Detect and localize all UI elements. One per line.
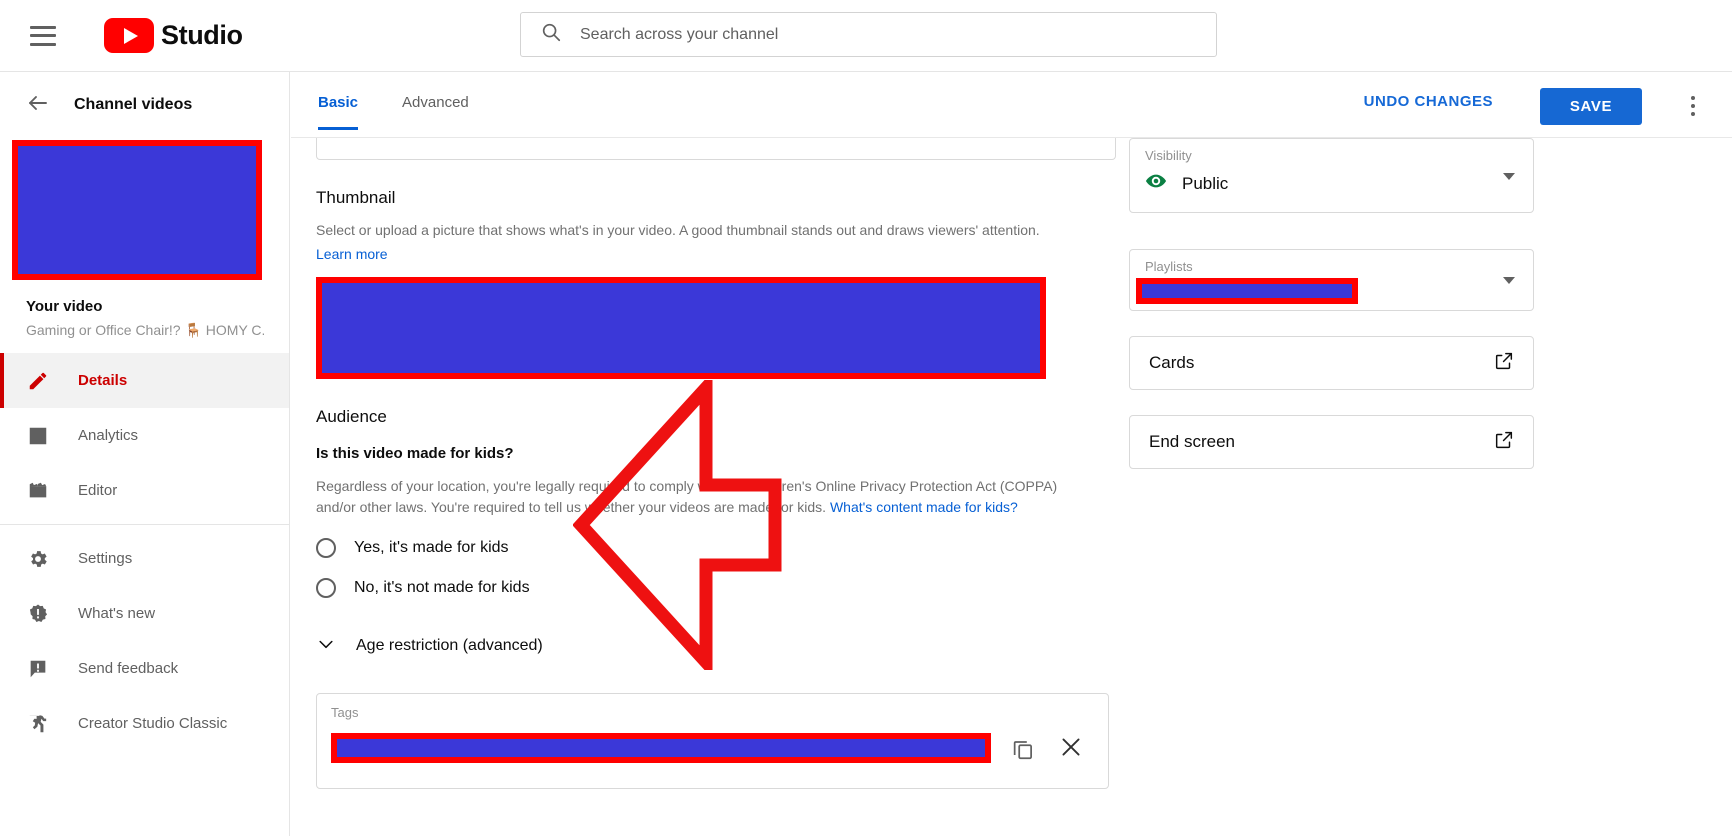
- gear-icon: [26, 547, 50, 571]
- alert-badge-icon: [26, 602, 50, 626]
- tab-basic[interactable]: Basic: [318, 94, 359, 130]
- sidebar-item-label: Details: [78, 372, 128, 389]
- sidebar: Channel videos Your video Gaming or Offi…: [0, 72, 290, 836]
- cards-card[interactable]: Cards: [1129, 336, 1534, 390]
- radio-made-for-kids-no[interactable]: No, it's not made for kids: [316, 577, 1116, 598]
- tags-value-redacted[interactable]: [331, 732, 991, 763]
- eye-icon: [1145, 170, 1167, 197]
- visibility-card[interactable]: Visibility Public: [1129, 138, 1534, 213]
- form-right-column: Visibility Public Playlists Cards End sc…: [1129, 138, 1534, 469]
- video-subtitle: Gaming or Office Chair!? 🪑 HOMY C...: [26, 322, 264, 338]
- search-input[interactable]: Search across your channel: [520, 12, 1217, 57]
- sidebar-item-label: Editor: [78, 482, 118, 499]
- main-content: Basic Advanced UNDO CHANGES SAVE Thumbna…: [291, 72, 1732, 836]
- end-screen-card[interactable]: End screen: [1129, 415, 1534, 469]
- copy-icon[interactable]: [1010, 736, 1036, 767]
- radio-label: No, it's not made for kids: [354, 578, 530, 596]
- visibility-label: Visibility: [1145, 148, 1192, 163]
- radio-label: Yes, it's made for kids: [354, 538, 509, 556]
- sidebar-item-settings[interactable]: Settings: [0, 531, 289, 586]
- thumbnail-description: Select or upload a picture that shows wh…: [316, 222, 1040, 238]
- thumbnail-heading: Thumbnail: [316, 188, 396, 207]
- visibility-value: Public: [1182, 173, 1229, 193]
- end-screen-label: End screen: [1149, 432, 1235, 451]
- sidebar-item-label: Settings: [78, 550, 133, 567]
- running-person-icon: [26, 712, 50, 736]
- sidebar-item-editor[interactable]: Editor: [0, 463, 289, 518]
- search-icon: [540, 21, 562, 48]
- pencil-icon: [26, 369, 50, 393]
- cards-label: Cards: [1149, 353, 1195, 372]
- age-restriction-toggle[interactable]: Age restriction (advanced): [316, 634, 1116, 659]
- video-title: Your video: [26, 298, 103, 315]
- feedback-bubble-icon: [26, 657, 50, 681]
- sidebar-item-label: Analytics: [78, 427, 139, 444]
- coppa-link[interactable]: What's content made for kids?: [830, 499, 1018, 515]
- save-button[interactable]: SAVE: [1540, 88, 1642, 125]
- sidebar-title: Channel videos: [74, 96, 193, 113]
- tab-advanced[interactable]: Advanced: [402, 94, 469, 130]
- hamburger-menu-icon[interactable]: [30, 25, 56, 46]
- details-form: Thumbnail Select or upload a picture tha…: [291, 138, 1732, 836]
- more-vertical-icon[interactable]: [1683, 94, 1703, 118]
- playlists-value-redacted[interactable]: [1136, 278, 1358, 304]
- sidebar-item-whats-new[interactable]: What's new: [0, 586, 289, 641]
- chevron-down-icon[interactable]: [1503, 173, 1515, 180]
- external-link-icon[interactable]: [1493, 429, 1515, 456]
- radio-made-for-kids-yes[interactable]: Yes, it's made for kids: [316, 537, 1116, 558]
- radio-circle-icon: [316, 577, 336, 598]
- sidebar-nav: Details Analytics Editor Settings What's…: [0, 353, 289, 751]
- sidebar-item-label: What's new: [78, 605, 156, 622]
- sidebar-item-analytics[interactable]: Analytics: [0, 408, 289, 463]
- tags-label: Tags: [331, 704, 359, 720]
- tags-field[interactable]: Tags: [316, 692, 1109, 789]
- age-restriction-label: Age restriction (advanced): [356, 637, 543, 655]
- chevron-down-icon[interactable]: [1503, 277, 1515, 284]
- back-arrow-icon[interactable]: [26, 91, 50, 120]
- thumbnail-learn-more-link[interactable]: Learn more: [316, 246, 388, 262]
- undo-changes-button[interactable]: UNDO CHANGES: [1364, 93, 1493, 110]
- sidebar-header: Channel videos: [0, 72, 289, 138]
- clapperboard-icon: [26, 479, 50, 503]
- search-placeholder: Search across your channel: [580, 25, 779, 43]
- video-thumbnail-redacted[interactable]: [12, 140, 271, 280]
- studio-logo[interactable]: Studio: [104, 18, 243, 53]
- youtube-play-icon: [104, 18, 154, 53]
- audience-heading: Audience: [316, 406, 387, 426]
- sidebar-item-creator-studio-classic[interactable]: Creator Studio Classic: [0, 696, 289, 751]
- coppa-disclaimer: Regardless of your location, you're lega…: [316, 476, 1091, 518]
- thumbnail-image-redacted[interactable]: [316, 276, 1046, 379]
- close-icon[interactable]: [1058, 734, 1084, 765]
- chevron-down-icon: [316, 634, 336, 659]
- audience-question: Is this video made for kids?: [316, 444, 514, 462]
- radio-circle-icon: [316, 537, 336, 558]
- external-link-icon[interactable]: [1493, 350, 1515, 377]
- sidebar-item-details[interactable]: Details: [0, 353, 289, 408]
- form-left-column: Thumbnail Select or upload a picture tha…: [316, 138, 1116, 789]
- tab-bar: Basic Advanced: [318, 94, 469, 130]
- sidebar-divider: [0, 524, 289, 525]
- editor-toolbar: Basic Advanced UNDO CHANGES SAVE: [291, 72, 1732, 138]
- playlists-label: Playlists: [1145, 259, 1193, 274]
- bar-chart-icon: [26, 424, 50, 448]
- top-header: Studio Search across your channel: [0, 0, 1732, 72]
- playlists-card[interactable]: Playlists: [1129, 249, 1534, 311]
- sidebar-item-label: Creator Studio Classic: [78, 715, 228, 732]
- youtube-studio-page: Studio Search across your channel Channe…: [0, 0, 1732, 836]
- visibility-value-row: Public: [1145, 170, 1228, 197]
- sidebar-item-label: Send feedback: [78, 660, 179, 677]
- sidebar-item-send-feedback[interactable]: Send feedback: [0, 641, 289, 696]
- studio-wordmark: Studio: [161, 20, 243, 50]
- description-field-bottom[interactable]: [316, 138, 1116, 160]
